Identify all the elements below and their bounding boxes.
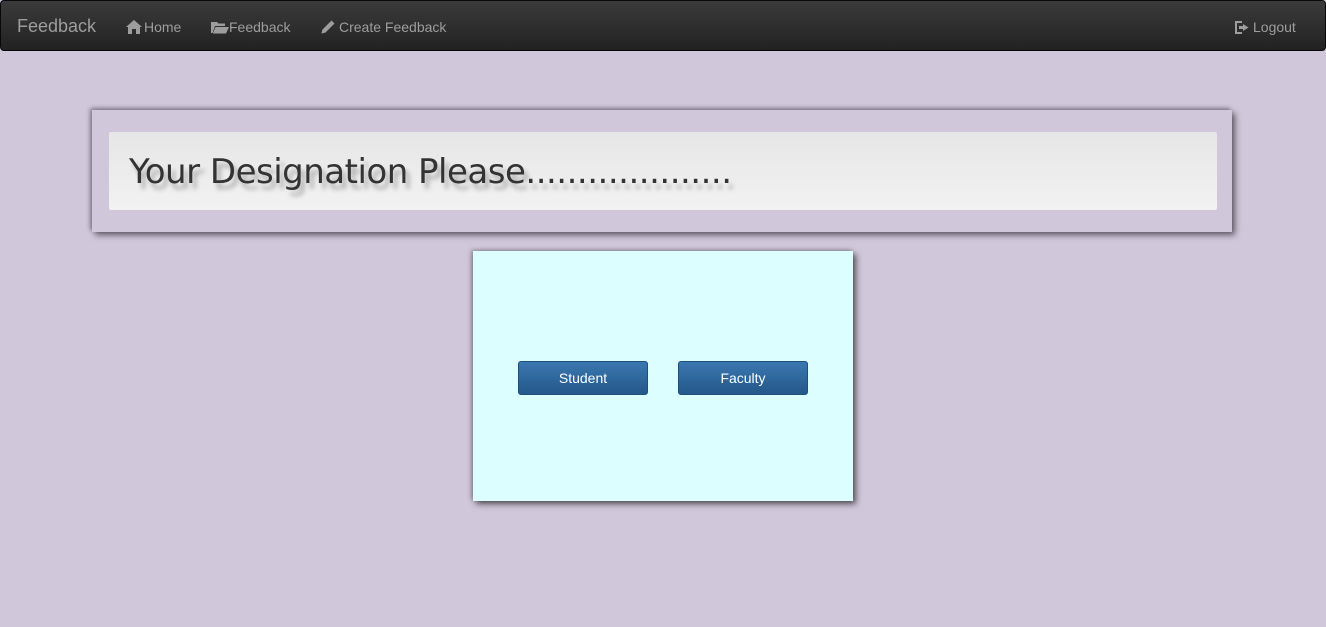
nav-item-feedback[interactable]: Feedback [211,17,290,37]
nav-item-label: Feedback [229,19,291,35]
folder-open-icon [211,21,229,34]
top-navbar: Feedback Home Feedback Create Feedback L… [0,0,1326,51]
faculty-button[interactable]: Faculty [678,361,808,395]
nav-item-create-feedback[interactable]: Create Feedback [321,17,446,37]
designation-heading-panel: Your Designation Please.................… [92,110,1232,232]
nav-item-label: Home [144,19,182,35]
navbar-brand[interactable]: Feedback [17,15,96,37]
nav-item-label: Create Feedback [339,19,447,35]
logout-link[interactable]: Logout [1235,17,1296,37]
logout-label: Logout [1253,19,1296,35]
designation-choice-box: Student Faculty [473,251,853,501]
heading-well: Your Designation Please.................… [109,132,1217,210]
student-button[interactable]: Student [518,361,648,395]
logout-icon [1235,20,1253,34]
page-title: Your Designation Please.................… [129,152,732,192]
home-icon [126,20,144,34]
pencil-icon [321,20,339,34]
nav-item-home[interactable]: Home [126,17,181,37]
